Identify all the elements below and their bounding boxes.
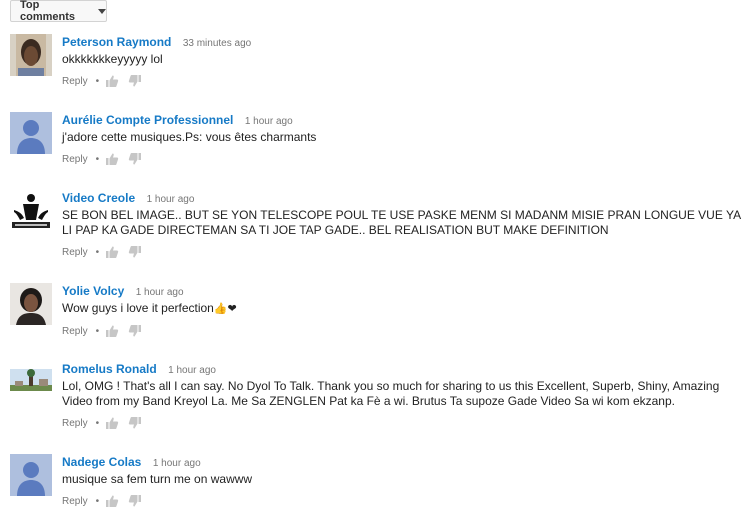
sort-label: Top comments	[20, 0, 76, 23]
reply-button[interactable]: Reply	[62, 247, 88, 258]
thumbs-up-icon[interactable]	[105, 152, 119, 166]
caret-down-icon	[98, 8, 106, 14]
avatar[interactable]	[10, 112, 52, 154]
comment-text: Wow guys i love it perfection	[62, 301, 214, 315]
avatar[interactable]	[10, 190, 52, 232]
avatar[interactable]	[10, 454, 52, 496]
author-name[interactable]: Video Creole	[62, 191, 135, 205]
thumbs-up-icon[interactable]	[105, 245, 119, 259]
comment-timestamp[interactable]: 1 hour ago	[168, 365, 216, 376]
author-name[interactable]: Nadege Colas	[62, 455, 141, 469]
thumbs-up-icon[interactable]	[105, 324, 119, 338]
thumbs-down-icon[interactable]	[128, 152, 142, 166]
author-name[interactable]: Yolie Volcy	[62, 284, 124, 298]
reply-button[interactable]: Reply	[62, 418, 88, 429]
comment-text: Lol, OMG ! That's all I can say. No Dyol…	[62, 379, 720, 408]
thumbs-down-icon[interactable]	[128, 245, 142, 259]
emoji-text: 👍❤	[213, 303, 237, 315]
reply-button[interactable]: Reply	[62, 76, 88, 87]
thumbs-down-icon[interactable]	[128, 416, 142, 430]
reply-button[interactable]: Reply	[62, 154, 88, 165]
comment-timestamp[interactable]: 1 hour ago	[136, 287, 184, 298]
sort-comments-dropdown[interactable]: Top comments	[10, 0, 107, 23]
thumbs-down-icon[interactable]	[128, 494, 142, 508]
thumbs-down-icon[interactable]	[128, 74, 142, 88]
reply-button[interactable]: Reply	[62, 326, 88, 337]
avatar[interactable]	[10, 283, 52, 325]
author-name[interactable]: Peterson Raymond	[62, 35, 171, 49]
thumbs-up-icon[interactable]	[105, 416, 119, 430]
comment-text: musique sa fem turn me on wawww	[62, 472, 253, 486]
comment-timestamp[interactable]: 1 hour ago	[147, 194, 195, 205]
comment-text-line: Wow guys i love it perfection👍❤	[62, 301, 750, 317]
thumbs-up-icon[interactable]	[105, 494, 119, 508]
comment-text: j'adore cette musiques.Ps: vous êtes cha…	[62, 130, 317, 144]
separator-dot: •	[95, 246, 100, 258]
comment-timestamp[interactable]: 1 hour ago	[153, 458, 201, 469]
separator-dot: •	[95, 417, 100, 429]
comment-timestamp[interactable]: 1 hour ago	[245, 116, 293, 127]
comment-text: okkkkkkkeyyyyy lol	[62, 52, 163, 66]
comment-text: SE BON BEL IMAGE.. BUT SE YON TELESCOPE …	[62, 208, 741, 237]
avatar[interactable]	[10, 34, 52, 76]
thumbs-up-icon[interactable]	[105, 74, 119, 88]
separator-dot: •	[95, 325, 100, 337]
comment-timestamp[interactable]: 33 minutes ago	[183, 38, 251, 49]
separator-dot: •	[95, 153, 100, 165]
thumbs-down-icon[interactable]	[128, 324, 142, 338]
author-name[interactable]: Aurélie Compte Professionnel	[62, 113, 233, 127]
avatar[interactable]	[10, 361, 52, 403]
author-name[interactable]: Romelus Ronald	[62, 362, 157, 376]
separator-dot: •	[95, 75, 100, 87]
